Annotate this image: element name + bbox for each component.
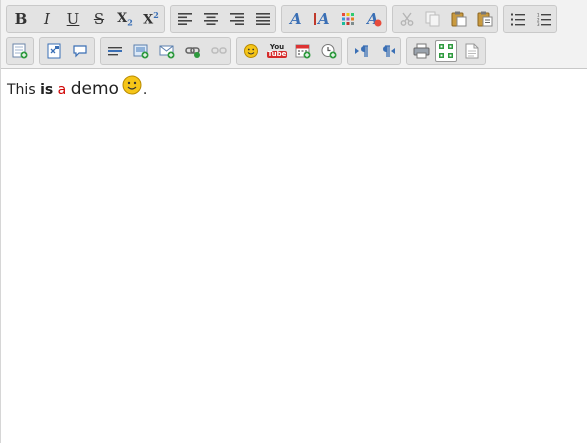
- strikethrough-icon: S: [93, 9, 105, 28]
- text-a-red: a: [57, 82, 67, 98]
- horizontal-rule-button[interactable]: [104, 40, 126, 62]
- source-icon: [47, 43, 61, 59]
- align-center-button[interactable]: [200, 8, 222, 30]
- email-button[interactable]: [156, 40, 178, 62]
- editor-toolbar: B I U S X2 X2 A A A 1 2 3 You Tube: [1, 0, 587, 69]
- toolbar-group-table: [6, 37, 34, 65]
- text-period: .: [142, 82, 148, 98]
- align-right-icon: [230, 13, 244, 25]
- toolbar-group-direction: [347, 37, 401, 65]
- youtube-button[interactable]: You Tube: [266, 40, 288, 62]
- font-size-icon: A: [314, 11, 330, 27]
- underline-button[interactable]: U: [62, 8, 84, 30]
- link-icon: [185, 47, 200, 58]
- toolbar-group-insert: [100, 37, 231, 65]
- font-name-icon: A: [288, 11, 302, 27]
- copy-button[interactable]: [422, 8, 444, 30]
- unlink-icon: [211, 47, 227, 54]
- font-color-button[interactable]: [337, 8, 359, 30]
- toolbar-group-view: [406, 37, 486, 65]
- print-button[interactable]: [410, 40, 432, 62]
- paste-button[interactable]: [448, 8, 470, 30]
- source-view-button[interactable]: [461, 40, 483, 62]
- rtl-button[interactable]: [377, 40, 399, 62]
- italic-icon: I: [44, 9, 50, 28]
- maximize-icon: [439, 44, 453, 58]
- email-icon: [159, 45, 175, 59]
- toolbar-group-font: A A A: [281, 5, 387, 33]
- toolbar-group-align: [170, 5, 276, 33]
- toolbar-group-format: B I U S X2 X2: [6, 5, 165, 33]
- ltr-icon: [355, 45, 368, 57]
- numbered-list-icon: 123: [537, 13, 551, 26]
- subscript-button[interactable]: X2: [114, 8, 136, 30]
- superscript-button[interactable]: X2: [140, 8, 162, 30]
- numbered-list-button[interactable]: 123: [533, 8, 555, 30]
- time-button[interactable]: [318, 40, 340, 62]
- editor-content[interactable]: This is a demo.: [7, 72, 581, 108]
- justify-icon: [256, 13, 270, 25]
- emoticon-icon: [244, 44, 258, 58]
- font-color-icon: [342, 13, 354, 25]
- youtube-icon: You Tube: [266, 43, 288, 58]
- strikethrough-button[interactable]: S: [88, 8, 110, 30]
- toolbar-group-clipboard: [392, 5, 498, 33]
- bullet-list-button[interactable]: [507, 8, 529, 30]
- toolbar-group-code: [39, 37, 95, 65]
- cut-icon: [400, 12, 414, 26]
- smiley-icon: [122, 74, 142, 108]
- bold-icon: B: [14, 9, 28, 28]
- bullet-list-icon: [511, 13, 525, 25]
- paste-text-icon: [477, 11, 493, 27]
- copy-icon: [425, 11, 440, 27]
- insert-table-icon: [12, 43, 28, 59]
- justify-button[interactable]: [252, 8, 274, 30]
- wysiwyg-editor: B I U S X2 X2 A A A 1 2 3 You Tube This …: [0, 0, 587, 443]
- content-paragraph: This is a demo.: [7, 72, 581, 108]
- maximize-button[interactable]: [435, 40, 457, 62]
- ltr-button[interactable]: [351, 40, 373, 62]
- text-demo: demo: [70, 79, 119, 99]
- italic-button[interactable]: I: [36, 8, 58, 30]
- image-icon: [133, 44, 149, 59]
- paste-icon: [451, 11, 467, 27]
- emoticon-button[interactable]: [240, 40, 262, 62]
- cut-button[interactable]: [396, 8, 418, 30]
- paste-text-button[interactable]: [474, 8, 496, 30]
- align-center-icon: [204, 13, 218, 25]
- font-size-button[interactable]: A: [311, 8, 333, 30]
- svg-text:A: A: [288, 11, 302, 27]
- quote-icon: [73, 45, 87, 58]
- underline-icon: U: [66, 9, 80, 28]
- time-icon: [321, 44, 337, 59]
- align-left-button[interactable]: [174, 8, 196, 30]
- bold-button[interactable]: B: [10, 8, 32, 30]
- font-name-button[interactable]: A: [285, 8, 307, 30]
- remove-format-button[interactable]: A: [363, 8, 385, 30]
- text-is-bold: is: [40, 82, 54, 98]
- text-this: This: [7, 82, 36, 98]
- source-view-icon: [465, 43, 479, 59]
- print-icon: [413, 43, 429, 59]
- rtl-icon: [383, 45, 395, 57]
- date-icon: [295, 44, 311, 59]
- subscript-icon: X2: [117, 10, 133, 28]
- unlink-button[interactable]: [208, 40, 230, 62]
- svg-text:3: 3: [537, 22, 540, 26]
- toolbar-group-media: You Tube: [236, 37, 342, 65]
- source-button[interactable]: [43, 40, 65, 62]
- align-left-icon: [178, 13, 192, 25]
- toolbar-group-lists: 123: [503, 5, 557, 33]
- horizontal-rule-icon: [108, 47, 122, 56]
- date-button[interactable]: [292, 40, 314, 62]
- remove-format-icon: A: [366, 11, 382, 27]
- svg-text:A: A: [316, 11, 330, 27]
- superscript-icon: X2: [143, 10, 159, 28]
- image-button[interactable]: [130, 40, 152, 62]
- quote-button[interactable]: [69, 40, 91, 62]
- align-right-button[interactable]: [226, 8, 248, 30]
- insert-table-button[interactable]: [9, 40, 31, 62]
- link-button[interactable]: [182, 40, 204, 62]
